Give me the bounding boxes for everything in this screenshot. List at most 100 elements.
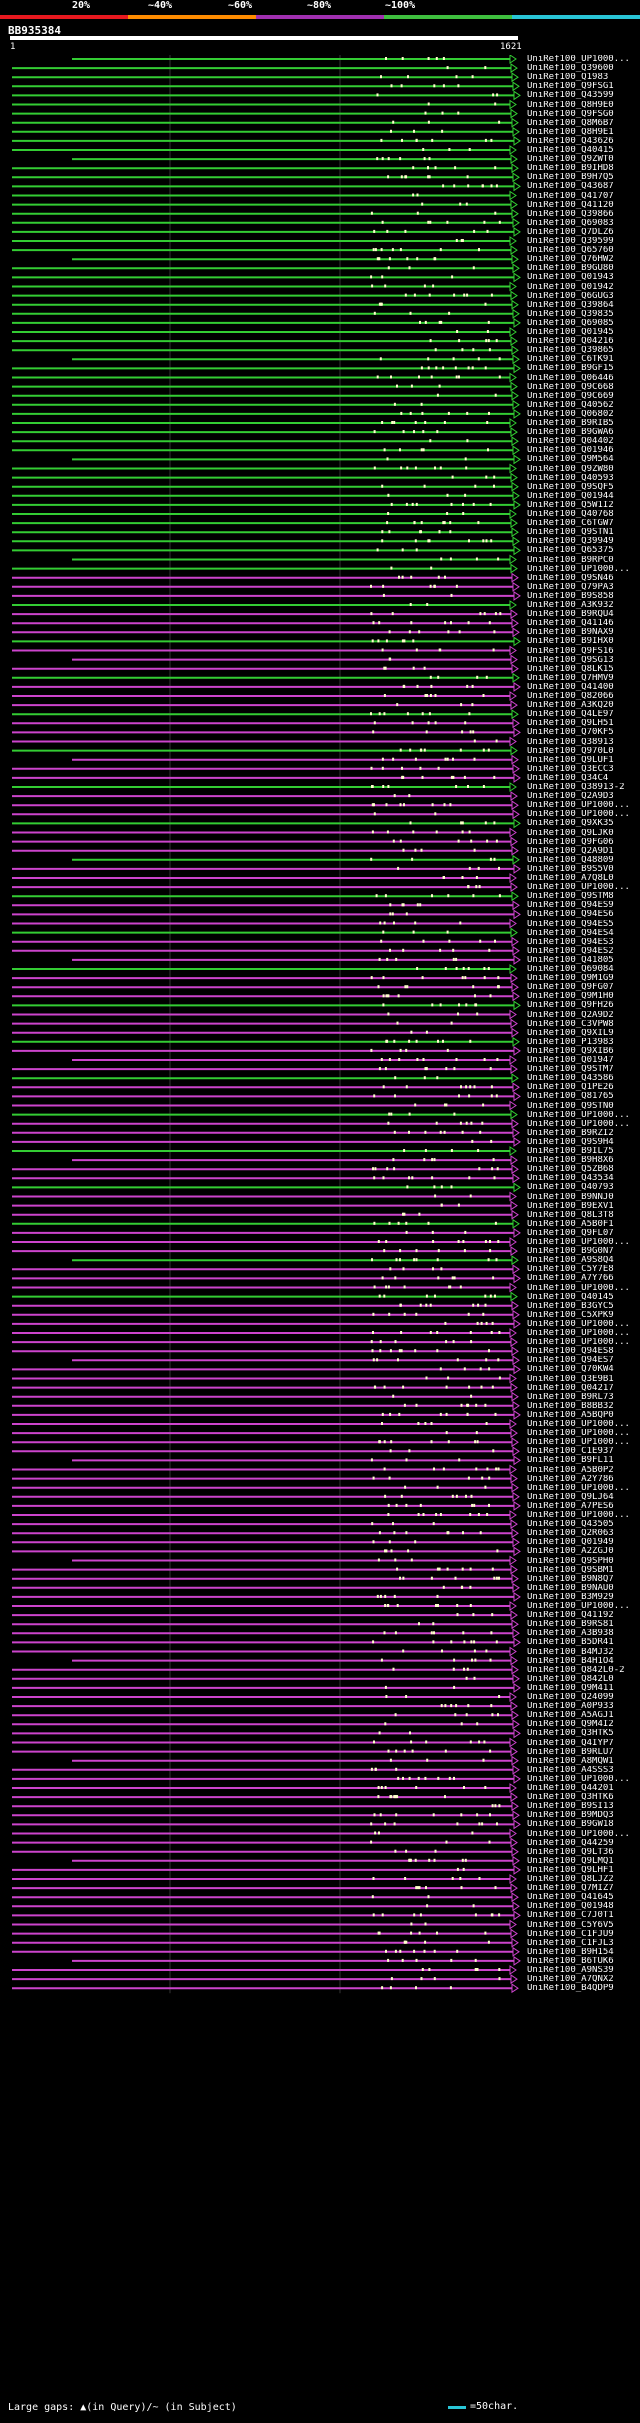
hit-track[interactable] [12,1482,519,1493]
hit-track[interactable] [72,954,521,965]
hit-track[interactable] [12,1728,521,1739]
hit-track[interactable] [12,90,521,101]
hit-label[interactable]: UniRef100_Q9LMQ1 [527,1857,640,1866]
hit-track[interactable] [12,226,521,237]
hit-track[interactable] [12,390,519,401]
hit-track[interactable] [12,1792,518,1803]
hit-track[interactable] [12,1346,519,1357]
hit-label[interactable]: UniRef100_Q40768 [527,510,640,519]
hit-label[interactable]: UniRef100_Q9FG07 [527,983,640,992]
hit-label[interactable]: UniRef100_Q9FL07 [527,1229,640,1238]
hit-label[interactable]: UniRef100_Q43534 [527,1174,640,1183]
hit-label[interactable]: UniRef100_A3K932 [527,601,640,610]
hit-label[interactable]: UniRef100_Q94ES2 [527,947,640,956]
hit-label[interactable]: UniRef100_Q65760 [527,246,640,255]
hit-label[interactable]: UniRef100_Q9STN0 [527,1102,640,1111]
hit-label[interactable]: UniRef100_Q9M1H0 [527,992,640,1001]
hit-label[interactable]: UniRef100_B9RIB5 [527,419,640,428]
hit-track[interactable] [12,927,518,938]
hit-label[interactable]: UniRef100_Q3E9B1 [527,1375,640,1384]
hit-track[interactable] [12,1901,520,1912]
hit-label[interactable]: UniRef100_UP1000... [527,1320,640,1329]
hit-label[interactable]: UniRef100_A5AGJ1 [527,1711,640,1720]
hit-track[interactable] [12,1173,520,1184]
hit-label[interactable]: UniRef100_Q24099 [527,1693,640,1702]
hit-label[interactable]: UniRef100_A4SSS3 [527,1766,640,1775]
hit-track[interactable] [12,873,517,883]
hit-track[interactable] [12,1473,518,1484]
hit-track[interactable] [12,1328,517,1338]
hit-label[interactable]: UniRef100_Q69085 [527,319,640,328]
hit-track[interactable] [12,1446,520,1457]
hit-label[interactable]: UniRef100_Q43599 [527,91,640,100]
hit-label[interactable]: UniRef100_B3GYC5 [527,1302,640,1311]
hit-track[interactable] [12,827,517,838]
hit-label[interactable]: UniRef100_Q9FS16 [527,647,640,656]
hit-label[interactable]: UniRef100_Q94ES7 [527,1356,640,1365]
hit-track[interactable] [12,918,517,929]
hit-label[interactable]: UniRef100_UP1000... [527,810,640,819]
hit-label[interactable]: UniRef100_UP1000... [527,1438,640,1447]
hit-label[interactable]: UniRef100_C7J0T1 [527,1911,640,1920]
hit-label[interactable]: UniRef100_Q41805 [527,956,640,965]
hit-track[interactable] [12,1009,517,1020]
hit-label[interactable]: UniRef100_C5XPK9 [527,1311,640,1320]
hit-label[interactable]: UniRef100_Q8LK15 [527,665,640,674]
hit-track[interactable] [12,308,520,319]
hit-track[interactable] [12,590,521,601]
hit-label[interactable]: UniRef100_Q9LUF1 [527,756,640,765]
hit-track[interactable] [12,1564,518,1575]
hit-label[interactable]: UniRef100_Q9M411 [527,1684,640,1693]
hit-label[interactable]: UniRef100_Q43586 [527,1074,640,1083]
hit-label[interactable]: UniRef100_B9IHD8 [527,164,640,173]
hit-label[interactable]: UniRef100_Q9XIL9 [527,1029,640,1038]
hit-track[interactable] [12,327,517,337]
hit-track[interactable] [12,845,519,856]
hit-label[interactable]: UniRef100_Q9FG06 [527,838,640,847]
hit-track[interactable] [12,427,518,438]
hit-track[interactable] [12,1273,521,1284]
hit-label[interactable]: UniRef100_Q9LJ64 [527,1493,640,1502]
hit-track[interactable] [12,1464,517,1475]
hit-label[interactable]: UniRef100_Q79PA3 [527,583,640,592]
hit-label[interactable]: UniRef100_Q82066 [527,692,640,701]
hit-label[interactable]: UniRef100_B6TUK6 [527,1957,640,1966]
hit-label[interactable]: UniRef100_Q9STM7 [527,1065,640,1074]
hit-track[interactable] [12,681,521,692]
hit-track[interactable] [12,1646,517,1657]
hit-track[interactable] [12,509,517,519]
hit-track[interactable] [12,1082,520,1093]
hit-label[interactable]: UniRef100_C1FJL3 [527,1939,640,1948]
hit-label[interactable]: UniRef100_B9MDQ3 [527,1811,640,1820]
hit-track[interactable] [12,1673,520,1684]
hit-track[interactable] [12,1919,517,1930]
hit-track[interactable] [12,463,517,474]
hit-label[interactable]: UniRef100_UP1000... [527,1120,640,1129]
hit-label[interactable]: UniRef100_Q01943 [527,273,640,282]
hit-label[interactable]: UniRef100_C6TK91 [527,355,640,364]
hit-label[interactable]: UniRef100_Q39600 [527,64,640,73]
hit-label[interactable]: UniRef100_Q38913-2 [527,783,640,792]
hit-label[interactable]: UniRef100_Q39864 [527,301,640,310]
hit-track[interactable] [12,1591,521,1602]
hit-label[interactable]: UniRef100_Q1983 [527,73,640,82]
hit-label[interactable]: UniRef100_A7Y766 [527,1274,640,1283]
hit-label[interactable]: UniRef100_Q2R063 [527,1529,640,1538]
hit-label[interactable]: UniRef100_A8MQW1 [527,1757,640,1766]
hit-track[interactable] [12,718,520,729]
hit-label[interactable]: UniRef100_Q9LHF1 [527,1866,640,1875]
hit-label[interactable]: UniRef100_Q9LJK0 [527,829,640,838]
hit-label[interactable]: UniRef100_B4H1O4 [527,1657,640,1666]
hit-label[interactable]: UniRef100_Q43687 [527,182,640,191]
hit-label[interactable]: UniRef100_Q39949 [527,537,640,546]
hit-label[interactable]: UniRef100_Q9M564 [527,455,640,464]
hit-track[interactable] [12,1582,520,1593]
hit-track[interactable] [12,272,521,283]
hit-track[interactable] [12,1601,517,1611]
hit-label[interactable]: UniRef100_B9G0N7 [527,1247,640,1256]
hit-label[interactable]: UniRef100_Q40793 [527,1183,640,1192]
hit-label[interactable]: UniRef100_Q842L0 [527,1675,640,1684]
hit-track[interactable] [12,1282,517,1293]
hit-track[interactable] [12,1209,519,1220]
hit-label[interactable]: UniRef100_UP1000... [527,883,640,892]
